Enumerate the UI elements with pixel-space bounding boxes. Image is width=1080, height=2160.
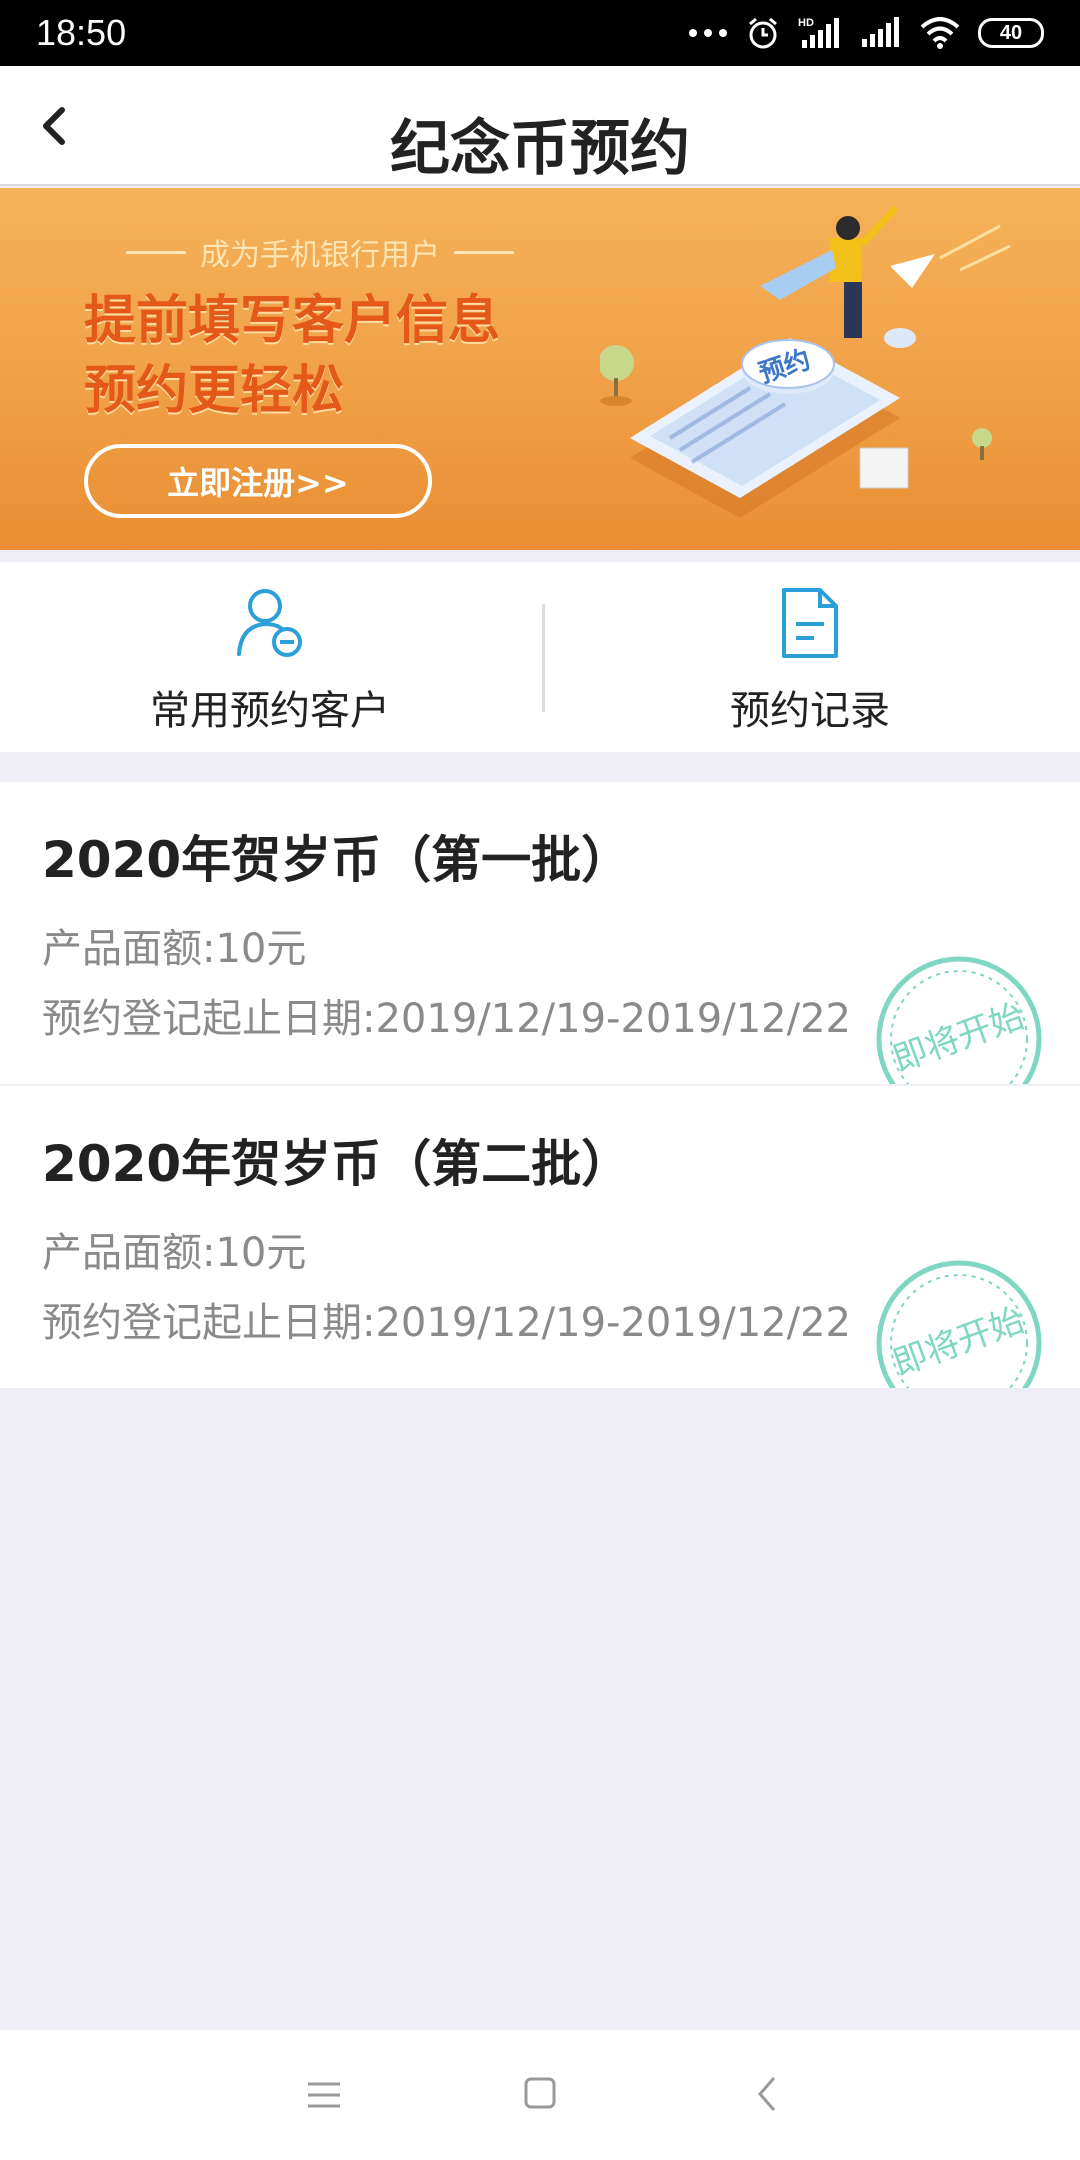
svg-text:HD: HD — [798, 17, 814, 29]
hd-signal-icon: HD — [798, 17, 839, 48]
system-back-button[interactable] — [738, 2070, 798, 2120]
phone-illustration: 预约 — [600, 205, 1011, 518]
list-item[interactable]: 2020年贺岁币（第二批） 产品面额:10元 预约登记起止日期:2019/12/… — [0, 1086, 1080, 1388]
divider — [454, 250, 514, 254]
list-item[interactable]: 2020年贺岁币（第一批） 产品面额:10元 预约登记起止日期:2019/12/… — [0, 782, 1080, 1084]
frequent-customers-label: 常用预约客户 — [150, 688, 390, 734]
booking-records-label: 预约记录 — [730, 688, 890, 734]
status-time: 18:50 — [36, 12, 127, 53]
signal-icon — [862, 17, 899, 47]
system-nav-bar — [0, 2030, 1080, 2160]
home-button[interactable] — [510, 2070, 570, 2120]
header: 纪念币预约 — [0, 66, 1080, 186]
battery-icon: 40 — [978, 18, 1044, 48]
product-title: 2020年贺岁币（第一批） — [42, 831, 632, 889]
stamp-text: 即将开始 — [888, 996, 1029, 1080]
product-title: 2020年贺岁币（第二批） — [42, 1135, 632, 1193]
banner-headline: 提前填写客户信息 预约更轻松 — [84, 286, 500, 426]
document-icon — [782, 588, 838, 658]
banner-subtitle-row: 成为手机银行用户 — [100, 230, 540, 274]
promo-banner[interactable]: 成为手机银行用户 提前填写客户信息 预约更轻松 立即注册>> 预约 — [0, 188, 1080, 550]
frequent-customers-button[interactable]: 常用预约客户 — [0, 562, 540, 752]
more-dots-icon — [689, 29, 727, 37]
stamp-text: 即将开始 — [888, 1300, 1029, 1384]
menu-icon — [308, 2082, 340, 2108]
user-minus-icon — [237, 589, 302, 657]
page-title: 纪念币预约 — [390, 114, 690, 184]
status-bar: 18:50 HD 40 — [0, 0, 1080, 66]
status-icons: HD 40 — [688, 16, 1044, 50]
booking-records-button[interactable]: 预约记录 — [540, 562, 1080, 752]
coming-soon-stamp: 即将开始 — [876, 956, 1042, 1084]
alarm-icon — [749, 17, 777, 49]
wifi-icon — [920, 17, 960, 49]
shortcut-row: 常用预约客户 预约记录 — [0, 562, 1080, 752]
coming-soon-stamp: 即将开始 — [876, 1260, 1042, 1388]
banner-headline-line2: 预约更轻松 — [84, 361, 345, 421]
back-triangle-icon — [758, 2077, 776, 2111]
home-square-icon — [524, 2077, 556, 2109]
shortcut-divider — [542, 604, 545, 712]
divider — [126, 250, 186, 254]
battery-level: 40 — [999, 21, 1023, 44]
banner-headline-line1: 提前填写客户信息 — [84, 291, 501, 351]
banner-subtitle: 成为手机银行用户 — [200, 238, 440, 273]
menu-button[interactable] — [294, 2070, 354, 2120]
register-button[interactable]: 立即注册>> — [84, 444, 432, 518]
